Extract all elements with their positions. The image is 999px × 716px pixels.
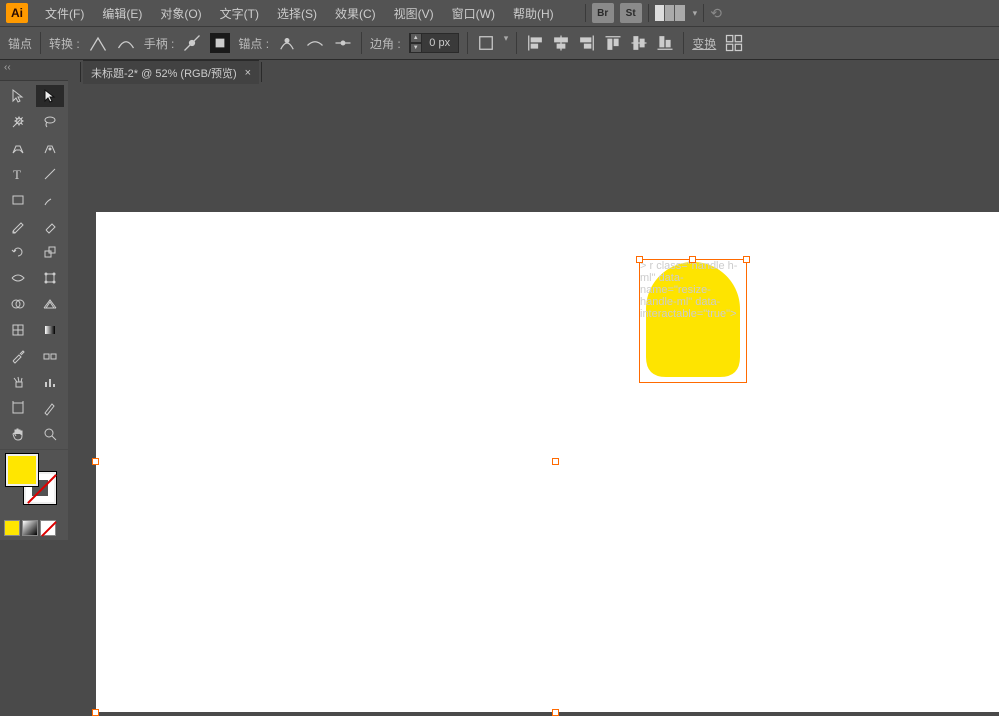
panel-collapse-icon[interactable]: ‹‹ — [4, 62, 16, 72]
divider — [467, 32, 468, 54]
pencil-tool[interactable] — [4, 215, 32, 237]
paintbrush-tool[interactable] — [36, 189, 64, 211]
blend-tool[interactable] — [36, 345, 64, 367]
gradient-tool[interactable] — [36, 319, 64, 341]
artboard-tool[interactable] — [4, 397, 32, 419]
arrange-documents-icon[interactable] — [655, 5, 685, 21]
divider — [40, 32, 41, 54]
align-center-v-icon[interactable] — [629, 33, 649, 53]
symbol-sprayer-tool[interactable] — [4, 371, 32, 393]
scale-tool[interactable] — [36, 241, 64, 263]
hide-handles-icon[interactable] — [210, 33, 230, 53]
menu-object[interactable]: 对象(O) — [153, 1, 208, 26]
bridge-icon[interactable]: Br — [592, 3, 614, 23]
column-graph-tool[interactable] — [36, 371, 64, 393]
divider — [80, 62, 81, 82]
resize-handle-ml[interactable] — [92, 458, 99, 465]
selection-tool[interactable] — [4, 85, 32, 107]
convert-label: 转换 : — [49, 35, 80, 52]
remove-anchor-icon[interactable] — [277, 33, 297, 53]
menu-edit[interactable]: 编辑(E) — [95, 1, 149, 26]
free-transform-tool[interactable] — [36, 267, 64, 289]
color-mode-none[interactable] — [40, 520, 56, 536]
menu-window[interactable]: 窗口(W) — [445, 1, 502, 26]
anchor-point-label: 锚点 — [8, 35, 32, 52]
isolate-object-icon[interactable] — [476, 33, 496, 53]
corner-radius-input[interactable] — [422, 37, 458, 49]
perspective-grid-tool[interactable] — [36, 293, 64, 315]
resize-handle-tm[interactable] — [689, 256, 696, 263]
zoom-tool[interactable] — [36, 423, 64, 445]
hand-tool[interactable] — [4, 423, 32, 445]
resize-handle-tr[interactable] — [743, 256, 750, 263]
slice-tool[interactable] — [36, 397, 64, 419]
divider — [361, 32, 362, 54]
handles-label: 手柄 : — [144, 35, 175, 52]
close-tab-icon[interactable]: × — [245, 67, 251, 79]
anchors-label: 锚点 : — [238, 35, 269, 52]
divider — [261, 62, 262, 82]
menu-select[interactable]: 选择(S) — [270, 1, 324, 26]
selection-bounding-box[interactable]: > r class="handle h-ml" data-name="resiz… — [639, 259, 747, 383]
convert-smooth-icon[interactable] — [116, 33, 136, 53]
resize-handle-tl[interactable] — [636, 256, 643, 263]
color-mode-solid[interactable] — [4, 520, 20, 536]
direct-selection-tool[interactable] — [36, 85, 64, 107]
document-tab-title: 未标题-2* @ 52% (RGB/预览) — [91, 65, 237, 81]
magic-wand-tool[interactable] — [4, 111, 32, 133]
convert-corner-icon[interactable] — [88, 33, 108, 53]
menu-effect[interactable]: 效果(C) — [328, 1, 383, 26]
fill-swatch[interactable] — [6, 454, 38, 486]
chevron-down-icon[interactable]: ▾ — [693, 8, 698, 19]
show-handles-icon[interactable] — [182, 33, 202, 53]
divider — [585, 4, 586, 22]
align-top-icon[interactable] — [603, 33, 623, 53]
align-center-h-icon[interactable] — [551, 33, 571, 53]
divider — [683, 32, 684, 54]
eyedropper-tool[interactable] — [4, 345, 32, 367]
curvature-tool[interactable] — [36, 137, 64, 159]
width-tool[interactable] — [4, 267, 32, 289]
cut-path-icon[interactable] — [333, 33, 353, 53]
divider — [703, 4, 704, 22]
menu-help[interactable]: 帮助(H) — [506, 1, 561, 26]
artboard[interactable]: > r class="handle h-ml" data-name="resiz… — [96, 212, 999, 712]
document-tab[interactable]: 未标题-2* @ 52% (RGB/预览) × — [83, 60, 259, 84]
sync-settings-icon[interactable]: ⟲ — [710, 5, 722, 22]
canvas-area[interactable]: > r class="handle h-ml" data-name="resiz… — [78, 84, 999, 541]
menu-file[interactable]: 文件(F) — [38, 1, 91, 26]
transform-link[interactable]: 变换 — [692, 35, 716, 52]
shape-properties-icon[interactable] — [724, 33, 744, 53]
divider — [648, 4, 649, 22]
eraser-tool[interactable] — [36, 215, 64, 237]
rectangle-tool[interactable] — [4, 189, 32, 211]
stock-icon[interactable]: St — [620, 3, 642, 23]
pen-tool[interactable] — [4, 137, 32, 159]
connect-endpoints-icon[interactable] — [305, 33, 325, 53]
color-mode-gradient[interactable] — [22, 520, 38, 536]
mesh-tool[interactable] — [4, 319, 32, 341]
corner-label: 边角 : — [370, 35, 401, 52]
tools-panel: T — [0, 80, 68, 449]
app-logo: Ai — [6, 3, 28, 23]
corner-stepper[interactable]: ▲▼ — [410, 33, 422, 53]
chevron-down-icon[interactable]: ▾ — [504, 33, 509, 53]
rotate-tool[interactable] — [4, 241, 32, 263]
svg-text:T: T — [13, 167, 21, 182]
menu-type[interactable]: 文字(T) — [213, 1, 266, 26]
lasso-tool[interactable] — [36, 111, 64, 133]
resize-handle-bm[interactable] — [552, 709, 559, 716]
color-panel — [0, 450, 68, 540]
center-point[interactable] — [552, 458, 559, 465]
type-tool[interactable]: T — [4, 163, 32, 185]
resize-handle-bl[interactable] — [92, 709, 99, 716]
divider — [516, 32, 517, 54]
menu-view[interactable]: 视图(V) — [387, 1, 441, 26]
shape-builder-tool[interactable] — [4, 293, 32, 315]
align-left-icon[interactable] — [525, 33, 545, 53]
align-bottom-icon[interactable] — [655, 33, 675, 53]
corner-radius-field[interactable]: ▲▼ — [409, 33, 459, 53]
line-segment-tool[interactable] — [36, 163, 64, 185]
align-right-icon[interactable] — [577, 33, 597, 53]
